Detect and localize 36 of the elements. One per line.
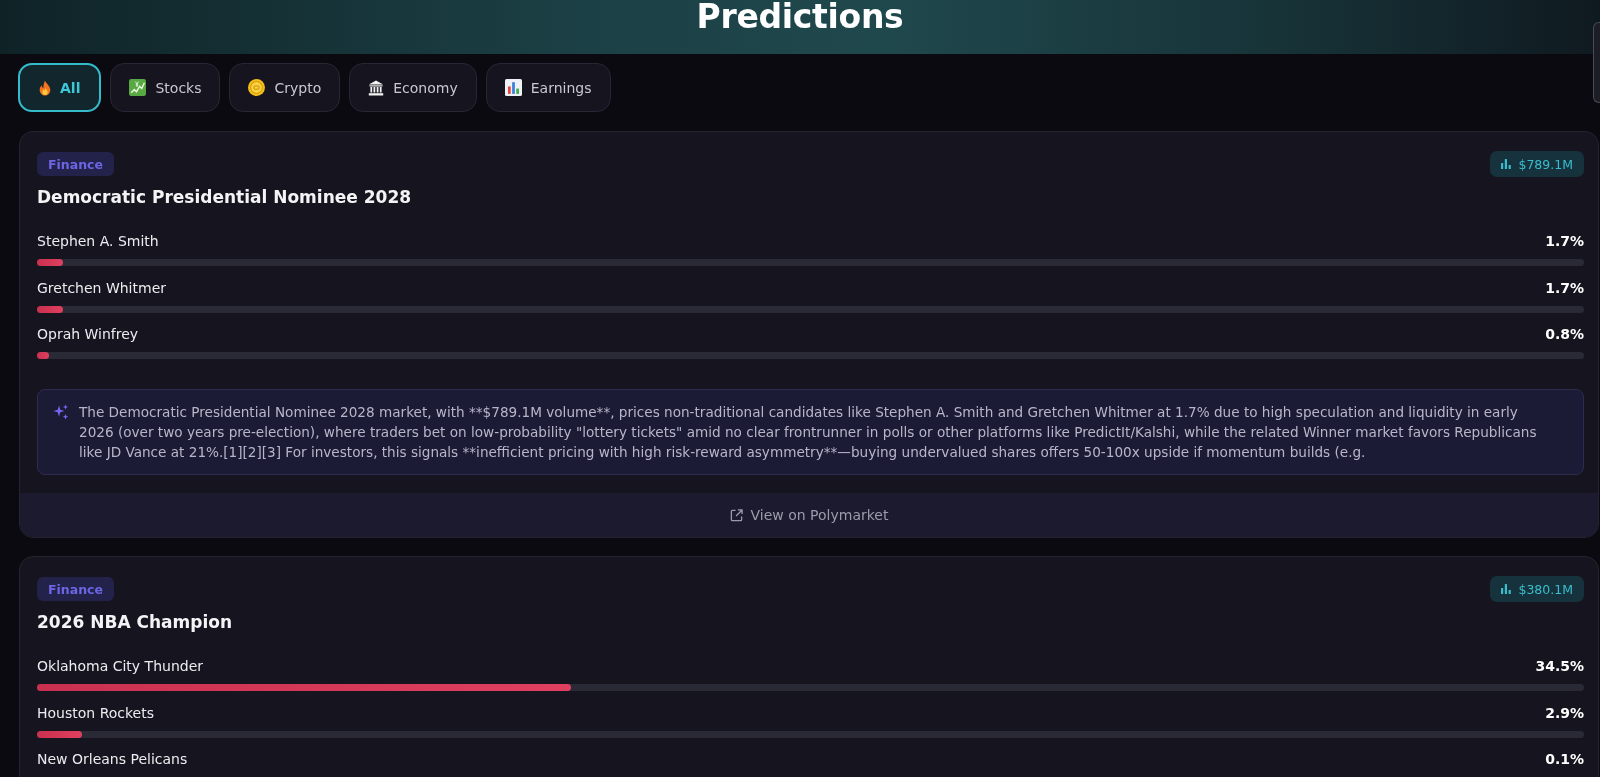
outcome-name: Houston Rockets [37,703,154,723]
external-link-icon [729,508,743,522]
outcome-percent: 0.1% [1545,750,1584,769]
outcome-name: Oprah Winfrey [37,325,139,344]
outcome-percent: 34.5% [1535,657,1584,676]
page-title: Predictions [696,0,904,34]
volume-value: $380.1M [1518,581,1573,597]
sparkle-icon [53,404,69,420]
coin-icon [248,79,266,96]
volume-value: $789.1M [1518,156,1573,172]
filter-tab[interactable]: Stocks [110,63,221,112]
flame-icon [39,79,51,96]
category-tag: Finance [37,152,114,176]
bar-chart-icon [1501,159,1512,169]
outcome-percent: 0.8% [1545,325,1584,344]
bank-icon [368,79,385,96]
outcome-name: New Orleans Pelicans [37,750,188,769]
outcome-percent: 2.9% [1545,703,1584,723]
outcome-percent: 1.7% [1545,232,1584,251]
outcome-percent: 1.7% [1545,278,1584,298]
summary-text: The Democratic Presidential Nominee 2028 market, with **$789.1M volume**, prices non-traditional candidates like Stephen A. Smith and Gretchen Whitmer at 1.7% due to high speculation and liquidity in early 2026 (over two years pre-election), where traders bet on low-probability "lottery tickets" amid no clear frontrunner in polls or other platforms like PredictIt/Kalshi, while the related Winner market favors Republicans like JD Vance at 21%.[1][2][3] For investors, this signals **inefficient pricing with high risk-reward asymmetry**—buying undervalued shares offers 50-100x upside if momentum builds (e.g. [79,403,1538,462]
bar-chart-icon [1501,584,1512,594]
filter-tab[interactable]: Earnings [485,63,611,112]
market-title: 2026 NBA Champion [37,611,234,634]
filter-tab[interactable]: Crypto [229,63,341,112]
outcome-name: Gretchen Whitmer [37,278,166,298]
view-link[interactable]: View on Polymarket [729,507,889,523]
filter-tab[interactable]: Economy [349,63,477,112]
bar-chart-icon [504,79,522,96]
outcome-name: Oklahoma City Thunder [37,657,204,676]
category-tag: Finance [37,577,114,601]
outcome-name: Stephen A. Smith [37,232,159,251]
chart-icon [129,79,147,96]
scrollbar-thumb[interactable] [1593,22,1600,103]
market-title: Democratic Presidential Nominee 2028 [37,186,413,209]
filter-tab[interactable]: All [18,63,102,112]
